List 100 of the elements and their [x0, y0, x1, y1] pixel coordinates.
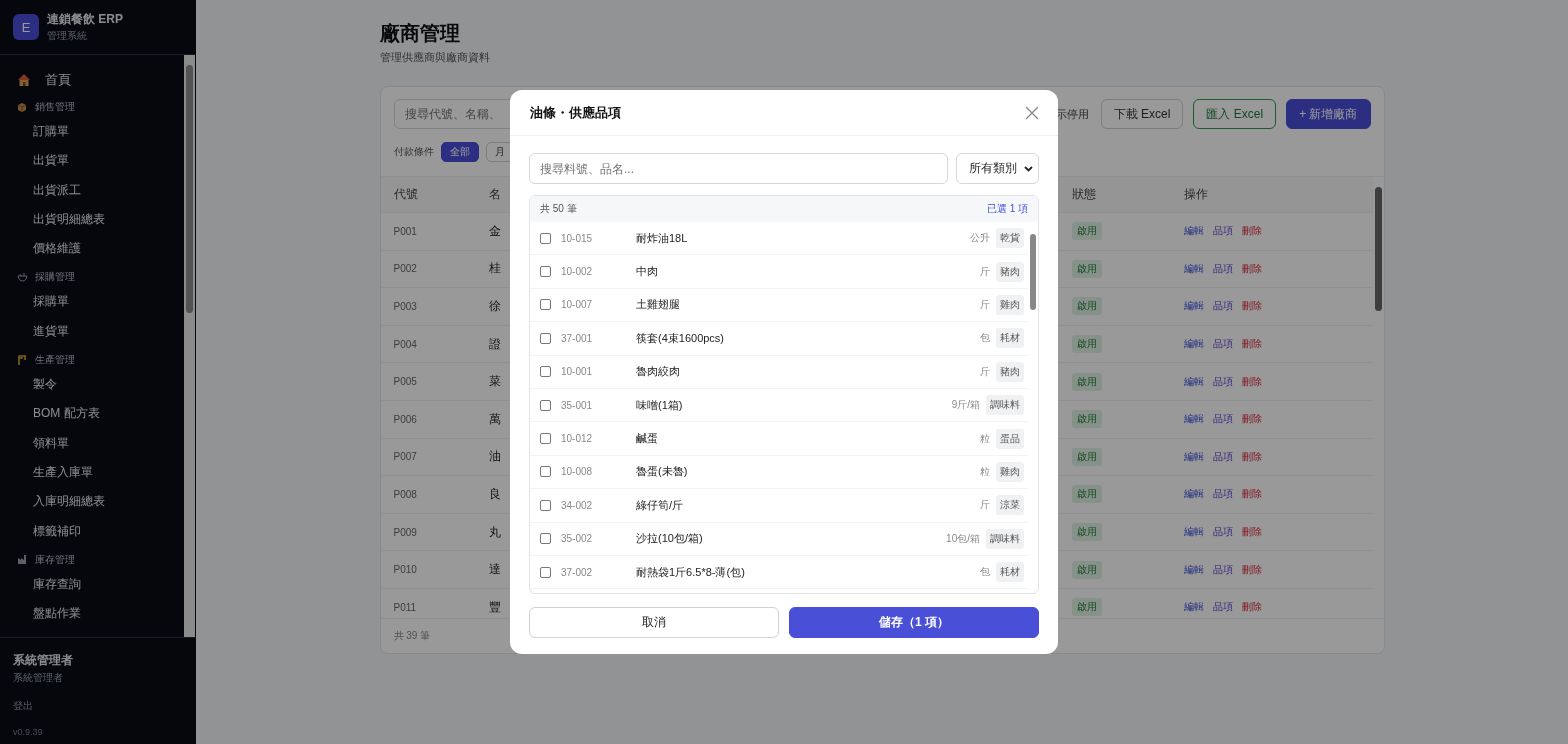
close-button[interactable] [1025, 105, 1039, 120]
action-link[interactable]: 編輯 [1183, 449, 1204, 464]
nav-item[interactable]: 庫存查詢 [17, 569, 184, 600]
checkbox[interactable] [540, 466, 551, 478]
table-cell: P006 [393, 413, 417, 425]
action-link[interactable]: 刪除 [1241, 224, 1262, 239]
action-link[interactable]: 編輯 [1183, 299, 1204, 314]
action-link[interactable]: 品項 [1212, 562, 1233, 577]
item-name: 沙拉(10包/箱) [636, 531, 704, 547]
action-link[interactable]: 品項 [1212, 337, 1233, 352]
nav-item[interactable]: 領料單 [17, 428, 184, 458]
checkbox[interactable] [540, 399, 551, 411]
logout-link[interactable]: 登出 [13, 699, 183, 713]
action-link[interactable]: 品項 [1212, 261, 1233, 276]
nav-item[interactable]: 首頁 [17, 67, 184, 93]
toolbar-button[interactable]: 下載 Excel [1100, 99, 1184, 129]
list-row[interactable]: 35-002 沙拉(10包/箱) 10包/箱 調味料 [530, 522, 1028, 556]
action-link[interactable]: 品項 [1212, 412, 1233, 427]
checkbox[interactable] [540, 533, 551, 545]
item-code: 35-002 [561, 533, 594, 545]
checkbox[interactable] [540, 499, 551, 511]
nav-item[interactable]: 價格維護 [17, 234, 184, 264]
action-link[interactable]: 刪除 [1241, 600, 1262, 615]
list-row[interactable]: 10-001 魯肉絞肉 斤 豬肉 [530, 355, 1028, 389]
action-link[interactable]: 品項 [1212, 374, 1233, 389]
toolbar-button[interactable]: + 新增廠商 [1286, 99, 1371, 129]
list-row[interactable]: 10-015 耐炸油18L 公升 乾貨 [530, 222, 1028, 256]
column-header: 操作 [1183, 186, 1208, 203]
list-row[interactable]: 37-002 耐熱袋1斤6.5*8-薄(包) 包 耗材 [530, 555, 1028, 590]
item-code: 10-015 [561, 232, 594, 244]
checkbox[interactable] [540, 566, 551, 578]
item-name: 鹹蛋 [636, 431, 659, 447]
nav-item[interactable]: 出貨明細總表 [17, 204, 184, 235]
table-cell: P003 [393, 301, 417, 312]
checkbox[interactable] [540, 266, 551, 278]
nav-item[interactable]: 出貨單 [17, 146, 184, 176]
nav-item[interactable]: 入庫明細總表 [17, 487, 184, 517]
nav-item[interactable]: 採購單 [17, 287, 184, 317]
scrollbar[interactable] [184, 55, 195, 637]
action-link[interactable]: 刪除 [1241, 525, 1262, 540]
checkbox[interactable] [540, 332, 551, 344]
action-link[interactable]: 品項 [1212, 224, 1233, 239]
item-code: 35-001 [561, 399, 594, 411]
action-link[interactable]: 刪除 [1241, 449, 1262, 464]
list-row[interactable]: 10-008 魯蛋(未魯) 粒 雞肉 [530, 455, 1028, 490]
nav-item[interactable]: BOM 配方表 [17, 399, 184, 429]
save-button[interactable]: 儲存（1 項） [789, 607, 1039, 638]
status-tag: 啟用 [1071, 335, 1102, 354]
list-row[interactable]: 10-002 中肉 斤 豬肉 [530, 255, 1028, 289]
list-row[interactable]: 10-012 鹹蛋 粒 蛋品 [530, 422, 1028, 456]
action-link[interactable]: 編輯 [1183, 600, 1204, 615]
status-tag: 啟用 [1071, 259, 1102, 278]
item-name: 筷套(4束1600pcs) [636, 330, 726, 346]
checkbox[interactable] [540, 366, 551, 378]
cancel-button[interactable]: 取消 [529, 607, 779, 638]
nav-item[interactable]: 盤點作業 [17, 599, 184, 629]
chevron-down-icon [1024, 165, 1033, 172]
filter-chip[interactable]: 全部 [440, 141, 479, 162]
action-link[interactable]: 編輯 [1183, 562, 1204, 577]
action-link[interactable]: 編輯 [1183, 525, 1204, 540]
action-link[interactable]: 刪除 [1241, 562, 1262, 577]
action-link[interactable]: 編輯 [1183, 224, 1204, 239]
list-row[interactable]: 10-007 土雞翅腿 斤 雞肉 [530, 288, 1028, 323]
action-link[interactable]: 品項 [1212, 449, 1233, 464]
action-link[interactable]: 編輯 [1183, 374, 1204, 389]
nav-item[interactable]: 生產入庫單 [17, 457, 184, 488]
action-link[interactable]: 編輯 [1183, 261, 1204, 276]
category-select[interactable]: 所有類別 [956, 153, 1039, 184]
table-cell: 證 [488, 335, 501, 353]
nav-item[interactable]: 標籤補印 [17, 516, 184, 546]
action-link[interactable]: 刪除 [1241, 412, 1262, 427]
action-link[interactable]: 刪除 [1241, 337, 1262, 352]
action-link[interactable]: 刪除 [1241, 299, 1262, 314]
checkbox[interactable] [540, 433, 551, 445]
action-link[interactable]: 品項 [1212, 600, 1233, 615]
checkbox[interactable] [540, 232, 551, 244]
action-link[interactable]: 刪除 [1241, 487, 1262, 502]
search-field[interactable]: 搜尋料號、品名... [529, 153, 948, 184]
nav-item[interactable]: 製令 [17, 370, 184, 400]
list-row[interactable]: 34-002 綠仔筍/斤 斤 涼菜 [530, 489, 1028, 523]
toolbar-button[interactable]: 匯入 Excel [1193, 99, 1277, 129]
list-row[interactable]: 37-001 筷套(4束1600pcs) 包 耗材 [530, 322, 1028, 356]
nav-item[interactable]: 出貨派工 [17, 175, 184, 205]
nav-item[interactable]: 進貨單 [17, 316, 184, 347]
action-link[interactable]: 品項 [1212, 299, 1233, 314]
table-cell: P004 [393, 338, 417, 350]
action-link[interactable]: 刪除 [1241, 261, 1262, 276]
table-cell: 萬 [488, 410, 501, 428]
action-link[interactable]: 刪除 [1241, 374, 1262, 389]
checkbox[interactable] [540, 299, 551, 311]
action-link[interactable]: 編輯 [1183, 337, 1204, 352]
action-link[interactable]: 品項 [1212, 525, 1233, 540]
list-row[interactable]: 35-001 味噌(1箱) 9斤/箱 調味料 [530, 388, 1028, 423]
category-tag: 雞肉 [996, 461, 1024, 482]
action-link[interactable]: 品項 [1212, 487, 1233, 502]
user-name: 系統管理者 [13, 652, 74, 669]
nav-item[interactable]: 訂購單 [17, 117, 184, 147]
table-cell: P001 [393, 225, 417, 237]
action-link[interactable]: 編輯 [1183, 487, 1204, 502]
action-link[interactable]: 編輯 [1183, 412, 1204, 427]
